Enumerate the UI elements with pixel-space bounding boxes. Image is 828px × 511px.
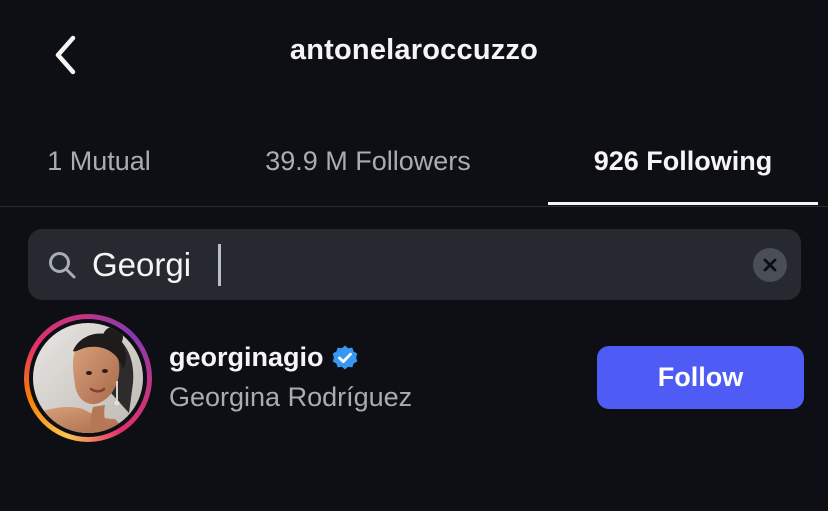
search-icon (49, 252, 76, 279)
tab-label: 39.9 M Followers (265, 146, 471, 176)
page-title: antonelaroccuzzo (289, 34, 539, 66)
search-bar[interactable] (28, 229, 801, 300)
tab-label: 1 Mutual (47, 146, 151, 176)
tab-label: 926 Following (593, 146, 773, 176)
tab-followers[interactable]: 39.9 M Followers (198, 140, 538, 204)
text-caret (218, 244, 221, 286)
active-tab-indicator (548, 202, 818, 205)
clear-search-button[interactable] (753, 248, 787, 282)
list-item[interactable]: georginagio Georgina Rodríguez Follow (0, 312, 828, 442)
profile-photo (33, 323, 143, 433)
avatar (33, 323, 143, 433)
follow-button[interactable]: Follow (597, 346, 804, 409)
username-line: georginagio (169, 342, 359, 373)
tab-mutual[interactable]: 1 Mutual (0, 140, 198, 204)
search-input[interactable] (92, 243, 732, 287)
username[interactable]: georginagio (169, 342, 324, 373)
avatar-story-ring[interactable] (24, 314, 152, 442)
close-icon (763, 258, 777, 272)
full-name: Georgina Rodríguez (169, 382, 413, 412)
tab-following[interactable]: 926 Following (548, 140, 818, 204)
tab-bar: 1 Mutual 39.9 M Followers 926 Following (0, 140, 828, 207)
avatar-gap (29, 319, 147, 437)
verified-badge-icon (332, 345, 357, 369)
